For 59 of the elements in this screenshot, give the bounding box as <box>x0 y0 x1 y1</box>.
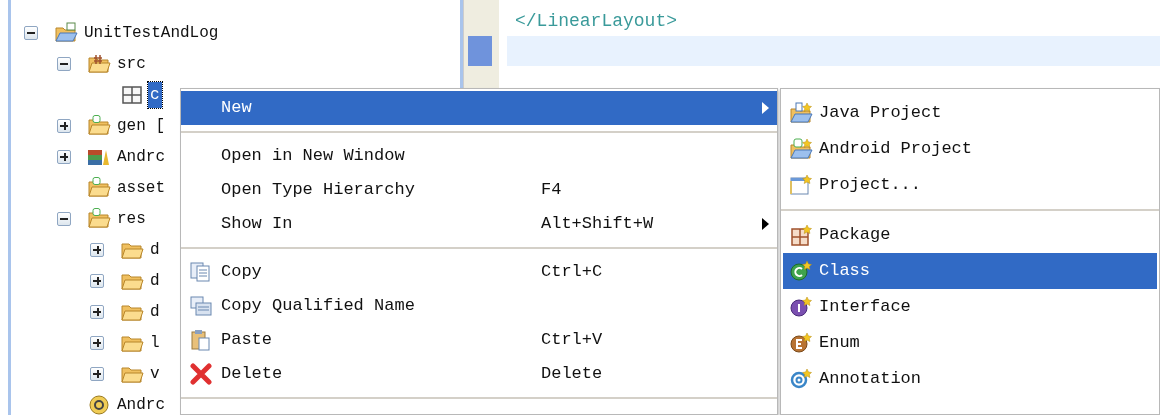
java-project-icon <box>789 102 813 124</box>
menu-item[interactable]: Enum <box>783 325 1157 361</box>
tree-item[interactable]: src <box>115 50 148 77</box>
tree-item[interactable]: v <box>148 360 162 387</box>
expand-icon[interactable] <box>57 118 71 133</box>
manifest-icon <box>87 393 111 415</box>
tree-item[interactable]: l <box>148 329 162 356</box>
android-folder-icon <box>87 114 111 137</box>
expand-icon[interactable] <box>57 149 71 164</box>
menu-item[interactable]: New <box>181 91 777 125</box>
copy-icon <box>189 261 213 283</box>
expand-icon[interactable] <box>90 335 104 350</box>
tree-item[interactable]: gen [ <box>115 112 167 139</box>
android-project-icon <box>789 138 813 160</box>
source-folder-icon <box>87 52 111 75</box>
menu-item[interactable]: Open in New Window <box>181 139 777 173</box>
android-folder-icon <box>87 207 111 230</box>
interface-icon <box>789 296 813 318</box>
expand-icon[interactable] <box>90 366 104 381</box>
menu-item[interactable]: Annotation <box>783 361 1157 397</box>
package-icon <box>789 224 813 246</box>
menu-item[interactable]: Package <box>783 217 1157 253</box>
tree-item[interactable]: asset <box>115 174 167 201</box>
paste-icon <box>189 329 213 351</box>
expand-icon[interactable] <box>90 304 104 319</box>
menu-item[interactable]: Project... <box>783 167 1157 203</box>
menu-item[interactable]: Java Project <box>783 95 1157 131</box>
menu-item[interactable]: Show In Alt+Shift+W <box>181 207 777 241</box>
window-icon <box>789 174 813 196</box>
menu-item[interactable]: Open Type Hierarchy F4 <box>181 173 777 207</box>
tree-item[interactable]: c <box>148 81 162 108</box>
menu-item[interactable]: Class <box>783 253 1157 289</box>
enum-icon <box>789 332 813 354</box>
menu-item[interactable]: Delete Delete <box>181 357 777 391</box>
menu-item[interactable]: Paste Ctrl+V <box>181 323 777 357</box>
menu-item[interactable]: Copy Qualified Name <box>181 289 777 323</box>
code-line: </LinearLayout> <box>515 11 678 31</box>
tree-item[interactable]: Andrc <box>115 143 167 170</box>
tree-item[interactable]: res <box>115 205 148 232</box>
android-folder-icon <box>87 176 111 199</box>
menu-item[interactable]: Copy Ctrl+C <box>181 255 777 289</box>
tree-item[interactable]: UnitTestAndLog <box>82 19 221 46</box>
copy-icon <box>189 295 213 317</box>
expand-icon[interactable] <box>90 273 104 288</box>
tree-item[interactable]: d <box>148 236 162 263</box>
project-folder-icon <box>54 21 78 44</box>
tree-item[interactable]: Andrc <box>115 391 167 415</box>
collapse-icon[interactable] <box>57 56 71 71</box>
overview-marker[interactable] <box>468 36 492 66</box>
delete-icon <box>189 363 213 385</box>
expand-icon[interactable] <box>90 242 104 257</box>
package-icon <box>120 83 144 106</box>
collapse-icon[interactable] <box>24 25 38 40</box>
menu-item[interactable]: Interface <box>783 289 1157 325</box>
menu-item[interactable]: Android Project <box>783 131 1157 167</box>
class-icon <box>789 260 813 282</box>
tree-item[interactable]: d <box>148 267 162 294</box>
collapse-icon[interactable] <box>57 211 71 226</box>
tree-item[interactable]: d <box>148 298 162 325</box>
